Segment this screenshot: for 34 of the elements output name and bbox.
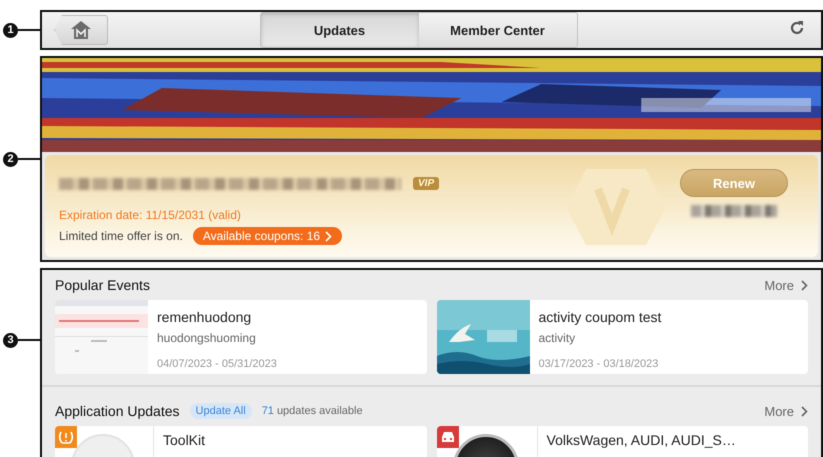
update-count: 71: [262, 405, 274, 417]
event-card[interactable]: remenhuodong huodongshuoming 04/07/2023 - 05/31/2023: [55, 300, 426, 374]
updates-label: updates available: [276, 405, 363, 417]
chevron-icon: [801, 280, 808, 290]
app-card[interactable]: VolksWagen, AUDI, AUDI_S…: [436, 426, 808, 457]
refresh-icon[interactable]: [789, 20, 805, 36]
event-subtitle: huodongshuoming: [157, 331, 257, 345]
event-dates: 03/17/2023 - 03/18/2023: [538, 358, 660, 370]
app-card[interactable]: ToolKit: [55, 426, 426, 457]
event-title: activity coupom test: [538, 309, 662, 325]
app-name: ToolKit: [162, 431, 206, 450]
house-icon: [70, 20, 92, 40]
expiration-date: Expiration date: 11/15/2031 (valid): [59, 208, 242, 222]
chevron-icon: [325, 230, 332, 242]
vip-badge: VIP: [413, 177, 440, 190]
event-subtitle: activity: [538, 331, 576, 345]
tire-warning-icon: [55, 426, 77, 448]
home-button[interactable]: [54, 15, 108, 45]
section-title: Popular Events: [55, 277, 150, 293]
tab[interactable]: Member Center: [418, 13, 576, 47]
chevron-icon: [801, 406, 808, 416]
more-link[interactable]: More: [764, 278, 808, 292]
callout-badge: 2: [3, 152, 18, 166]
event-title: remenhuodong: [157, 309, 252, 325]
offer-text: Limited time offer is on.: [59, 229, 183, 243]
event-dates: 04/07/2023 - 05/31/2023: [157, 358, 277, 370]
app-name: VolksWagen, AUDI, AUDI_S…: [546, 431, 737, 450]
more-link[interactable]: More: [764, 404, 808, 418]
car-icon: [436, 426, 458, 448]
tab[interactable]: Updates: [260, 13, 418, 47]
callout-badge: 1: [3, 22, 18, 38]
callout-badge: 3: [3, 332, 18, 348]
event-card[interactable]: activity coupom test activity 03/17/2023 - 03/18/2023: [436, 300, 808, 374]
section-title: Application Updates: [55, 403, 180, 419]
